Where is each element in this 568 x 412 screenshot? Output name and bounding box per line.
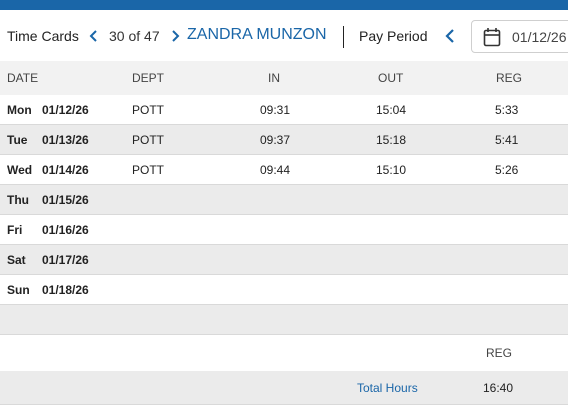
cell-day: Tue [7,133,28,147]
chevron-left-icon [89,30,97,42]
cell-date: 01/15/26 [42,193,89,207]
table-row[interactable]: Mon 01/12/26 POTT 09:31 15:04 5:33 [0,95,568,125]
cell-reg: 5:41 [495,133,519,147]
total-hours-label: Total Hours [357,381,418,395]
cell-dept: POTT [132,163,164,177]
table-row[interactable]: Tue 01/13/26 POTT 09:37 15:18 5:41 [0,125,568,155]
cell-out: 15:10 [376,163,407,177]
summary-header: REG [0,335,568,371]
header-divider [343,26,344,48]
cell-in: 09:37 [260,133,291,147]
cell-day: Thu [7,193,29,207]
cell-date: 01/16/26 [42,223,89,237]
cell-date: 01/18/26 [42,283,89,297]
previous-record-button[interactable] [86,26,102,46]
next-record-button[interactable] [167,26,183,46]
cell-day: Wed [7,163,33,177]
cell-date: 01/17/26 [42,253,89,267]
chevron-right-icon [172,30,180,42]
column-header-date: DATE [7,71,39,85]
cell-dept: POTT [132,133,164,147]
column-header-reg: REG [496,71,523,85]
cell-dept: POTT [132,103,164,117]
page-title: Time Cards [7,28,79,44]
table-row[interactable]: Wed 01/14/26 POTT 09:44 15:10 5:26 [0,155,568,185]
cell-day: Sat [7,253,26,267]
cell-out: 15:18 [376,133,407,147]
column-header-in: IN [268,71,280,85]
cell-in: 09:44 [260,163,291,177]
cell-date: 01/14/26 [42,163,89,177]
table-row[interactable]: Sun 01/18/26 [0,275,568,305]
employee-name-link[interactable]: ZANDRA MUNZON [187,26,327,44]
summary-row: Total Hours 16:40 [0,371,568,405]
table-row[interactable]: Fri 01/16/26 [0,215,568,245]
chevron-left-icon [445,29,454,43]
column-header-out: OUT [378,71,404,85]
table-row[interactable]: Thu 01/15/26 [0,185,568,215]
cell-in: 09:31 [260,103,291,117]
pay-period-date-value: 01/12/26 [512,29,567,45]
cell-day: Fri [7,223,23,237]
table-header: DATE DEPT IN OUT REG [0,61,568,95]
total-hours-value: 16:40 [483,381,514,395]
pay-period-label: Pay Period [359,28,428,44]
cell-out: 15:04 [376,103,407,117]
cell-reg: 5:26 [495,163,519,177]
summary-column-reg: REG [486,346,513,360]
column-header-dept: DEPT [132,71,165,85]
cell-date: 01/13/26 [42,133,89,147]
cell-reg: 5:33 [495,103,519,117]
cell-day: Mon [7,103,32,117]
table-row[interactable]: Sat 01/17/26 [0,245,568,275]
calendar-icon [483,28,501,47]
pay-period-date-picker[interactable]: 01/12/26 [471,20,568,53]
timecard-header: Time Cards 30 of 47 ZANDRA MUNZON Pay Pe… [0,10,568,61]
empty-row [0,305,568,335]
cell-date: 01/12/26 [42,103,89,117]
previous-period-button[interactable] [442,26,458,46]
top-accent-bar [0,0,568,10]
cell-day: Sun [7,283,30,297]
record-position: 30 of 47 [109,28,160,44]
